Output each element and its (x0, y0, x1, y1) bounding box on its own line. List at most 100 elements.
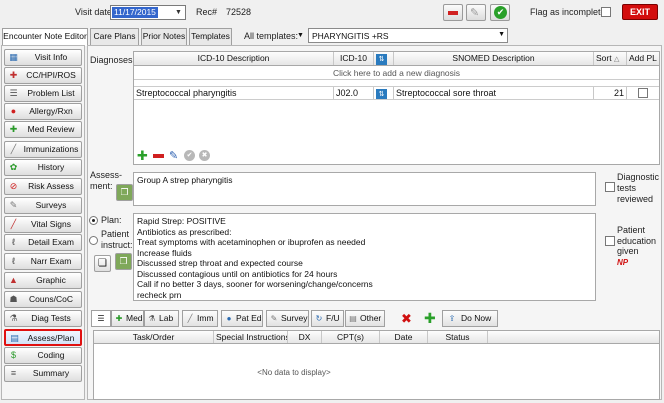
plan-textarea[interactable]: Rapid Strep: POSITIVE Antibiotics as pre… (133, 213, 596, 301)
col-status[interactable]: Status (428, 331, 488, 343)
edit-button[interactable]: ✎ (466, 4, 486, 21)
sign-off-button[interactable]: ✔ (490, 4, 510, 21)
add-icon[interactable]: ✚ (424, 310, 436, 327)
plan-radio[interactable] (89, 216, 98, 225)
sidebar-item-visit-info[interactable]: ▦ Visit Info (4, 49, 82, 66)
sidebar-item-med-review[interactable]: ✚ Med Review (4, 121, 82, 138)
visit-date-value[interactable]: 11/17/2015 (112, 7, 158, 18)
sidebar-item-coding[interactable]: $ Coding (4, 347, 82, 364)
delete-icon[interactable]: ✖ (401, 311, 412, 327)
vitals-icon: ╱ (10, 219, 17, 229)
col-dx[interactable]: DX (288, 331, 322, 343)
col-icd10[interactable]: ICD-10 (334, 52, 374, 65)
tab-pat-ed[interactable]: ● Pat Ed (221, 310, 263, 327)
rec-label: Rec# (196, 7, 218, 17)
tab-med[interactable]: ✚ Med (111, 310, 144, 327)
copy-plan-button[interactable]: ❏ (94, 255, 111, 272)
sidebar-item-detail-exam[interactable]: ℓ Detail Exam (4, 234, 82, 251)
check-circle-icon[interactable]: ✔ (184, 150, 195, 161)
diagnosis-actions: ✚ ✎ ✔ ✖ (137, 149, 227, 163)
history-icon: ✿ (9, 162, 18, 172)
tab-survey-label: Survey (281, 313, 308, 323)
add-pl-cell (627, 87, 659, 99)
do-now-button[interactable]: ⇪ Do Now (442, 310, 498, 327)
diagnosis-description[interactable]: Streptococcal pharyngitis (134, 87, 334, 99)
col-sort[interactable]: Sort △ (594, 52, 627, 65)
tab-care-plans[interactable]: Care Plans (90, 28, 139, 45)
patient-education-checkbox[interactable] (605, 236, 615, 246)
assessment-template-button[interactable]: ❐ (116, 184, 133, 201)
diagnosis-sort[interactable]: 21 (594, 87, 627, 99)
counsel-icon: ☗ (9, 294, 18, 304)
assessment-textarea[interactable]: Group A strep pharyngitis (133, 172, 596, 206)
sidebar-item-immunizations[interactable]: ╱ Immunizations (4, 141, 82, 158)
sidebar-item-assess-plan[interactable]: ▤ Assess/Plan (4, 329, 82, 346)
sidebar-item-vital-signs[interactable]: ╱ Vital Signs (4, 216, 82, 233)
tab-survey[interactable]: ✎ Survey (266, 310, 309, 327)
cancel-circle-icon[interactable]: ✖ (199, 150, 210, 161)
sidebar-item-problem-list[interactable]: ☰ Problem List (4, 85, 82, 102)
sidebar-item-label: Risk Assess (28, 181, 74, 191)
table-row[interactable]: Streptococcal pharyngitis J02.0 ⇅ Strept… (134, 86, 659, 100)
col-add-pl[interactable]: Add PL (627, 52, 659, 65)
col-special-instructions[interactable]: Special Instructions (214, 331, 288, 343)
diag-tests-reviewed-checkbox[interactable] (605, 182, 615, 192)
chevron-down-icon[interactable]: ▼ (498, 31, 505, 38)
sidebar-item-narr-exam[interactable]: ℓ Narr Exam (4, 253, 82, 270)
tab-imm-label: Imm (197, 313, 214, 323)
patient-instruct-radio[interactable] (89, 236, 98, 245)
rec-number: 72528 (226, 7, 252, 17)
tab-other[interactable]: ▤ Other (345, 310, 385, 327)
follow-up-icon: ↻ (315, 314, 323, 323)
minus-icon (448, 11, 458, 15)
add-icon[interactable]: ✚ (137, 149, 148, 162)
diagnoses-header: ICD-10 Description ICD-10 ⇅ SNOMED Descr… (134, 52, 659, 66)
add-diagnosis-row[interactable]: Click here to add a new diagnosis (134, 66, 659, 80)
visit-date-picker[interactable]: 11/17/2015 ▼ (110, 5, 186, 20)
chevron-down-icon[interactable]: ▼ (297, 32, 304, 39)
exit-button[interactable]: EXIT (622, 4, 658, 20)
sidebar-item-label: Immunizations (23, 144, 79, 154)
syringe-icon: ╱ (10, 144, 17, 154)
top-toolbar: Visit date: 11/17/2015 ▼ Rec# 72528 ✎ ✔ … (0, 0, 664, 26)
chevron-down-icon[interactable]: ▼ (173, 7, 184, 18)
tab-encounter-note-editor[interactable]: Encounter Note Editor (2, 28, 88, 46)
sidebar-item-graphic[interactable]: ▲ Graphic (4, 272, 82, 289)
sidebar-item-label: Visit Info (34, 52, 68, 62)
tab-imm[interactable]: ╱ Imm (182, 310, 218, 327)
sidebar-item-history[interactable]: ✿ History (4, 159, 82, 176)
minus-icon[interactable] (153, 154, 164, 158)
sidebar-item-allergy-rxn[interactable]: ● Allergy/Rxn (4, 103, 82, 120)
sidebar-item-surveys[interactable]: ✎ Surveys (4, 197, 82, 214)
sidebar-item-risk-assess[interactable]: ⊘ Risk Assess (4, 178, 82, 195)
tab-lab[interactable]: ⚗ Lab (144, 310, 179, 327)
orders-header: Task/Order Special Instructions DX CPT(s… (94, 331, 659, 344)
snomed-description[interactable]: Streptococcal sore throat (394, 87, 594, 99)
col-date[interactable]: Date (380, 331, 428, 343)
plan-template-button[interactable]: ❐ (115, 253, 132, 270)
lab-icon: ⚗ (148, 314, 156, 323)
col-task-order[interactable]: Task/Order (94, 331, 214, 343)
sidebar-item-label: Assess/Plan (27, 333, 75, 343)
dollar-icon: $ (10, 350, 16, 360)
col-cpts[interactable]: CPT(s) (322, 331, 380, 343)
sidebar-item-summary[interactable]: ≡ Summary (4, 365, 82, 382)
sidebar-item-couns-coc[interactable]: ☗ Couns/CoC (4, 291, 82, 308)
template-select[interactable]: PHARYNGITIS +RS ▼ (308, 28, 508, 43)
add-pl-checkbox[interactable] (638, 88, 648, 98)
tab-templates[interactable]: Templates (189, 28, 232, 45)
tab-orders-list[interactable]: ☰ (91, 310, 111, 327)
tab-fu[interactable]: ↻ F/U (311, 310, 344, 327)
flag-incomplete-checkbox[interactable] (601, 7, 611, 17)
tab-prior-notes[interactable]: Prior Notes (141, 28, 187, 45)
sidebar-item-label: History (37, 162, 65, 172)
row-lookup[interactable]: ⇅ (374, 87, 394, 99)
sidebar-item-diag-tests[interactable]: ⚗ Diag Tests (4, 310, 82, 327)
sidebar-item-cc-hpi-ros[interactable]: ✚ CC/HPI/ROS (4, 67, 82, 84)
diagnosis-code[interactable]: J02.0 (334, 87, 374, 99)
pencil-icon[interactable]: ✎ (169, 149, 178, 162)
col-code-lookup[interactable]: ⇅ (374, 52, 394, 65)
col-icd10-description[interactable]: ICD-10 Description (134, 52, 334, 65)
remove-button[interactable] (443, 4, 463, 21)
col-snomed-description[interactable]: SNOMED Description (394, 52, 594, 65)
